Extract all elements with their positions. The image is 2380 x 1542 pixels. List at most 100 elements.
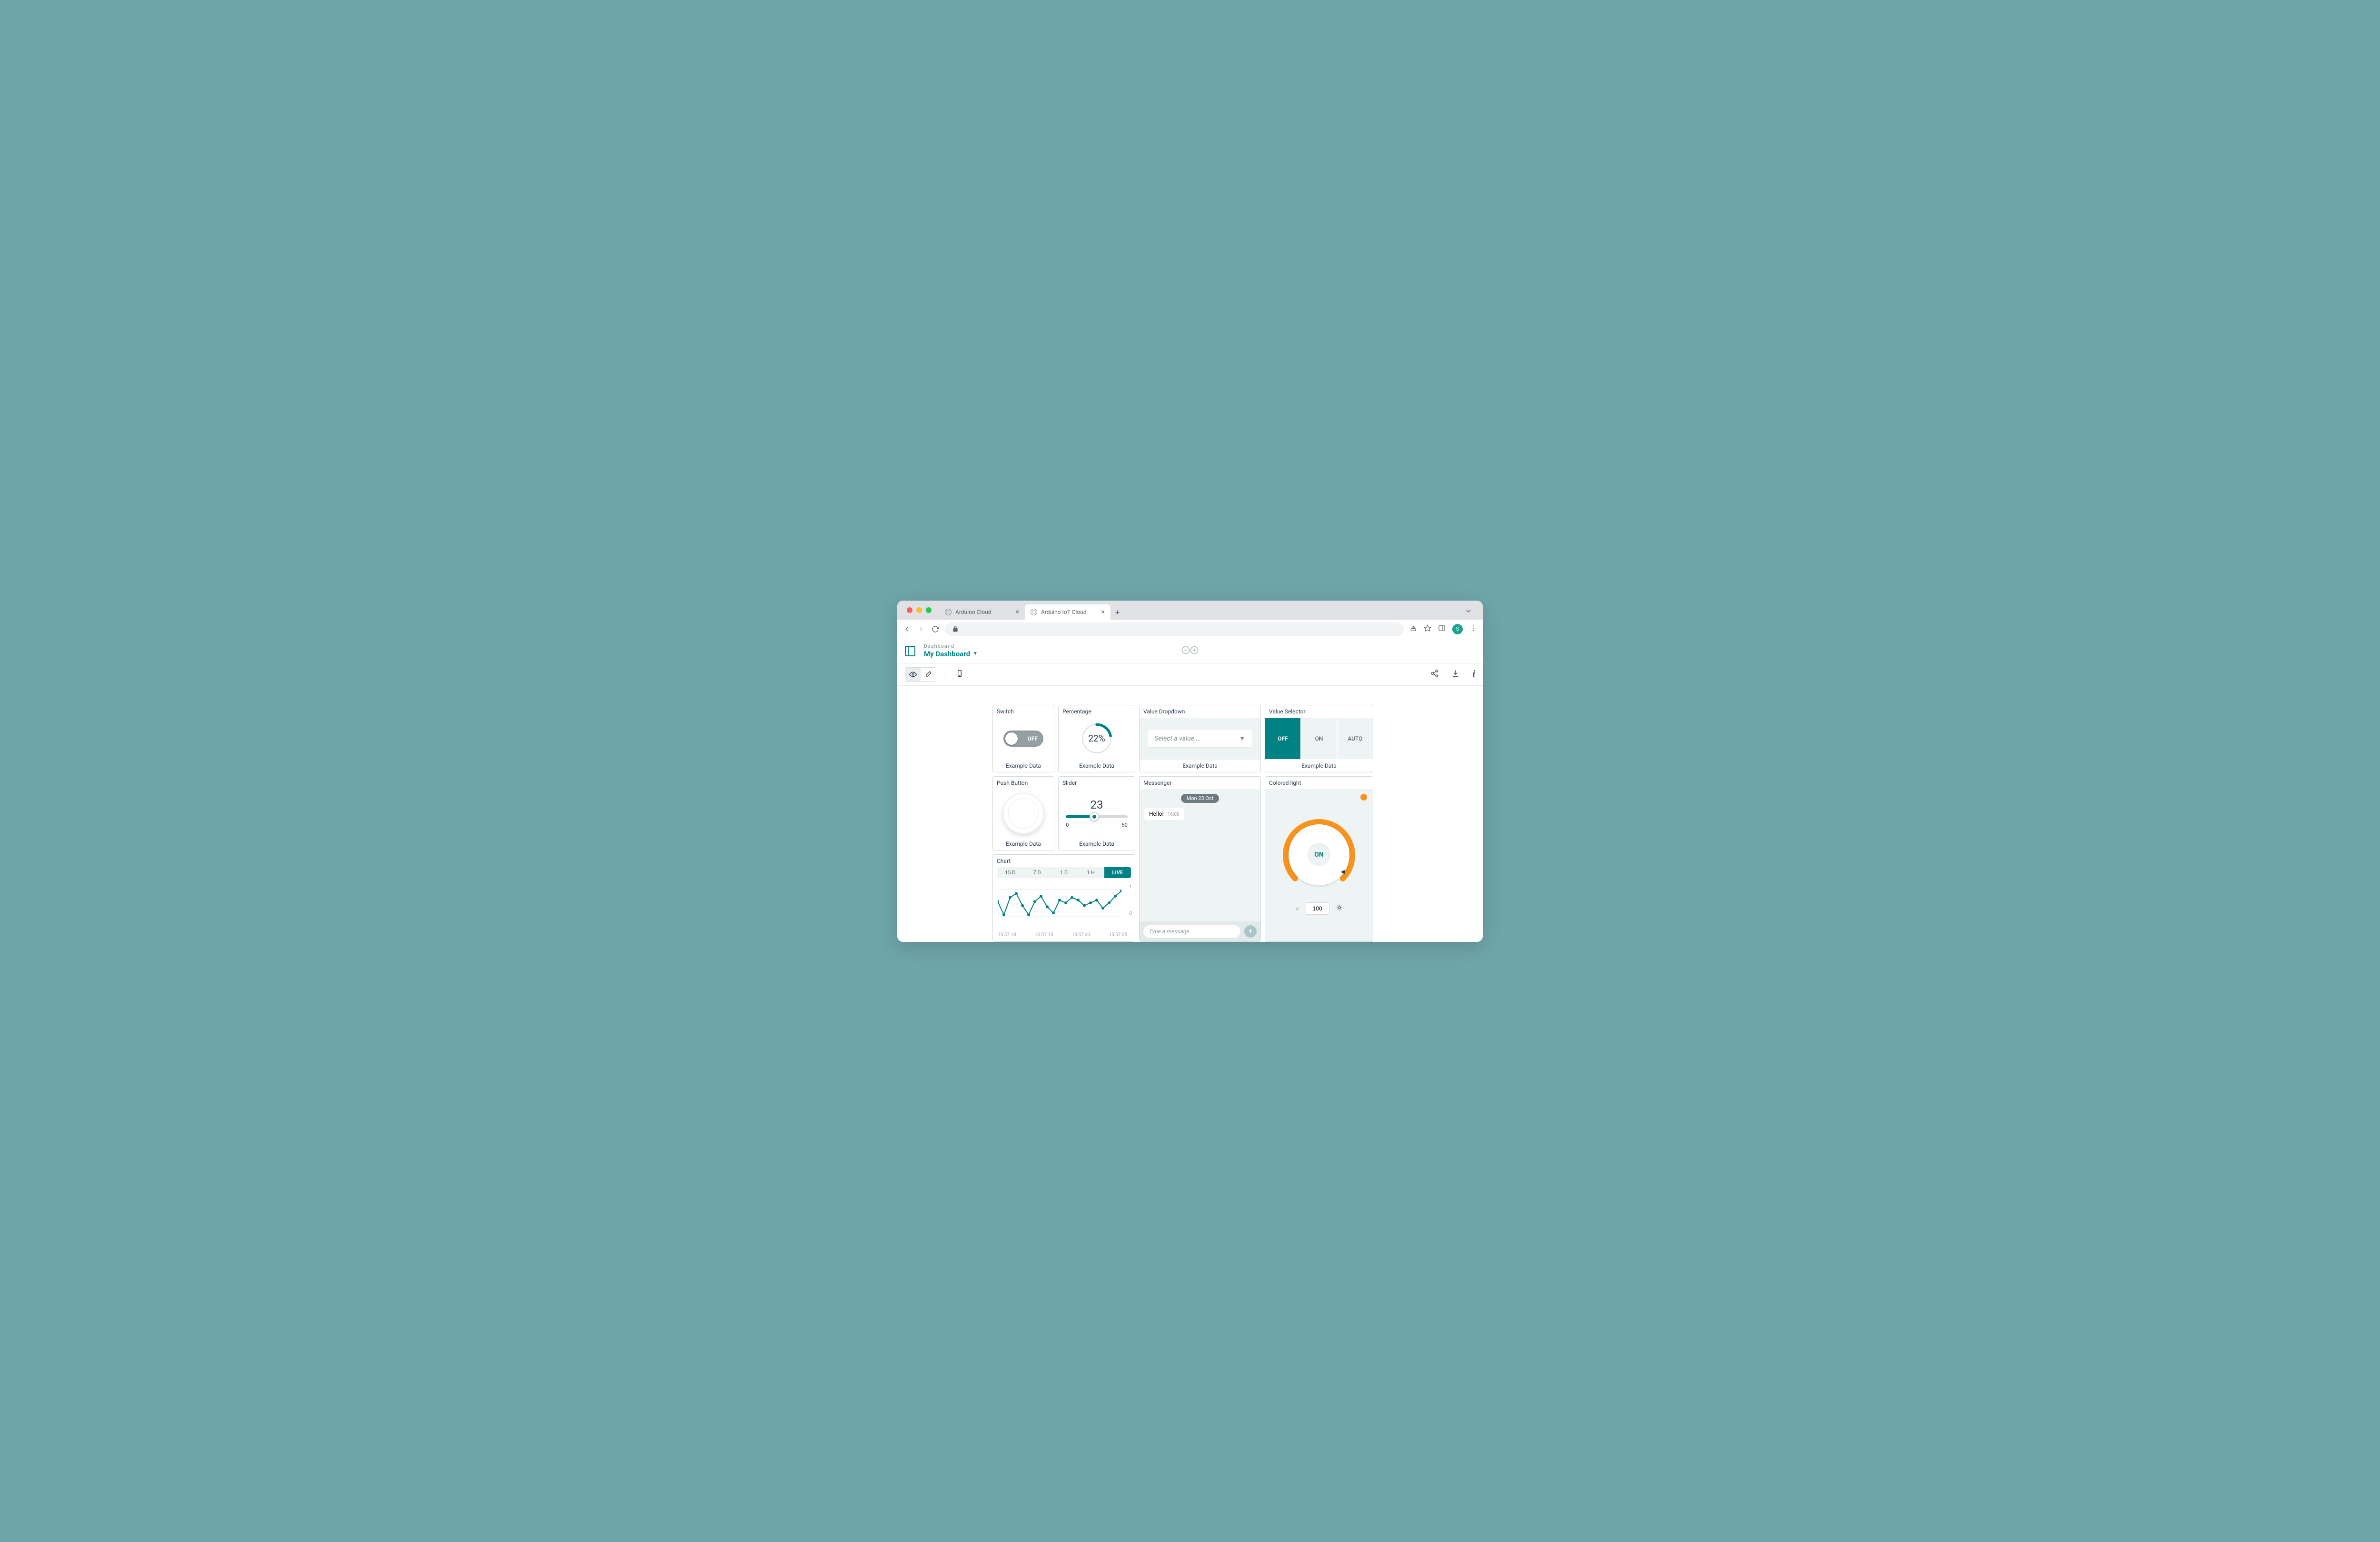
new-tab-button[interactable]: + <box>1111 605 1124 620</box>
caret-down-icon: ▼ <box>1239 734 1246 742</box>
minimize-window-button[interactable] <box>916 607 922 613</box>
eye-icon <box>909 671 917 678</box>
widget-title: Chart <box>993 855 1135 867</box>
percentage-widget: Percentage 22% Example Data <box>1058 705 1135 772</box>
arduino-logo-icon <box>1180 645 1200 657</box>
messenger-date-badge: Mon 23 Oct <box>1181 794 1220 803</box>
arrow-up-icon <box>1248 929 1253 934</box>
tab-title: Arduino Cloud <box>955 609 1012 615</box>
push-button[interactable] <box>1003 793 1044 834</box>
switch-toggle[interactable]: OFF <box>1003 731 1043 747</box>
switch-widget: Switch OFF Example Data <box>992 705 1054 772</box>
chart-plot-area: 1 0 <box>993 878 1135 930</box>
chart-line <box>998 885 1121 921</box>
globe-icon: ◯ <box>945 609 952 615</box>
range-1h[interactable]: 1 H <box>1077 867 1104 878</box>
browser-window: ◯ Arduino Cloud × ◯ Arduino IoT Cloud × … <box>897 601 1483 942</box>
message-bubble: Hello! 16:00 <box>1144 808 1184 820</box>
sidepanel-icon[interactable] <box>1438 624 1446 634</box>
chart-y-tick: 0 <box>1129 911 1132 916</box>
widget-title: Value Dropdown <box>1140 705 1260 718</box>
selector-option-off[interactable]: OFF <box>1265 718 1300 759</box>
edit-mode-button[interactable] <box>921 668 936 681</box>
view-edit-toggle <box>905 667 936 682</box>
widget-footer: Example Data <box>1140 760 1260 772</box>
mobile-icon <box>956 670 963 677</box>
light-power-button[interactable]: ON <box>1308 843 1330 866</box>
sidebar-toggle-button[interactable] <box>905 646 915 656</box>
widget-footer: Example Data <box>1059 838 1135 850</box>
breadcrumb: Dashboard <box>924 644 978 650</box>
dashboard-title: My Dashboard <box>924 650 970 658</box>
profile-avatar[interactable]: S <box>1452 624 1463 634</box>
bookmark-icon[interactable] <box>1424 624 1431 634</box>
close-tab-icon[interactable]: × <box>1101 608 1105 616</box>
close-tab-icon[interactable]: × <box>1016 608 1019 616</box>
dashboard-canvas: Switch OFF Example Data Percentage <box>897 686 1483 942</box>
window-controls <box>903 607 935 617</box>
widget-footer: Example Data <box>1265 760 1373 772</box>
close-window-button[interactable] <box>907 607 912 613</box>
widget-title: Switch <box>993 705 1054 718</box>
dial-pointer-icon: ◀ <box>1341 869 1345 875</box>
selector-option-on[interactable]: ON <box>1301 718 1337 759</box>
browser-tab-1[interactable]: ◯ Arduino IoT Cloud × <box>1025 604 1111 620</box>
send-message-button[interactable] <box>1244 925 1257 938</box>
messenger-body: Mon 23 Oct Hello! 16:00 <box>1140 789 1260 921</box>
dashboard-toolbar: i <box>897 663 1483 686</box>
message-time: 16:00 <box>1168 812 1180 817</box>
browser-menu-icon[interactable] <box>1469 624 1477 634</box>
value-selector-widget: Value Selector OFF ON AUTO Example Data <box>1265 705 1373 772</box>
dashboard-title-dropdown[interactable]: My Dashboard ▼ <box>924 650 978 658</box>
messenger-input-row: Type a message <box>1140 921 1260 941</box>
view-mode-button[interactable] <box>905 668 921 681</box>
widget-footer: Example Data <box>993 760 1054 772</box>
light-dial[interactable]: ON ◀ <box>1280 816 1358 894</box>
share-button[interactable] <box>1430 669 1439 680</box>
mobile-layout-button[interactable] <box>954 668 965 681</box>
forward-button[interactable] <box>917 625 925 633</box>
chart-x-tick: 15:57:15 <box>1035 932 1053 938</box>
range-live[interactable]: LIVE <box>1104 867 1131 878</box>
browser-url-bar: S <box>897 620 1483 639</box>
reload-button[interactable] <box>932 625 939 633</box>
pencil-icon <box>924 671 932 678</box>
widget-title: Percentage <box>1059 705 1135 718</box>
lock-icon <box>952 625 959 633</box>
widget-footer: Example Data <box>993 838 1054 850</box>
slider-min: 0 <box>1066 822 1069 828</box>
maximize-window-button[interactable] <box>926 607 932 613</box>
address-bar[interactable] <box>945 623 1404 636</box>
colored-light-widget: Colored light ON ◀ ○ <box>1265 776 1373 942</box>
caret-down-icon: ▼ <box>973 651 978 656</box>
info-button[interactable]: i <box>1472 669 1475 680</box>
range-7d[interactable]: 7 D <box>1023 867 1050 878</box>
selector-option-auto[interactable]: AUTO <box>1338 718 1373 759</box>
range-15d[interactable]: 15 D <box>997 867 1023 878</box>
messenger-input[interactable]: Type a message <box>1143 925 1240 938</box>
chart-x-tick: 15:57:20 <box>1072 932 1091 938</box>
range-1d[interactable]: 1 D <box>1051 867 1077 878</box>
download-button[interactable] <box>1451 669 1460 680</box>
share-browser-icon[interactable] <box>1409 624 1417 634</box>
chart-x-tick: 15:57:25 <box>1109 932 1127 938</box>
push-button-inner <box>1008 798 1039 829</box>
tabs-overflow-button[interactable] <box>1460 604 1477 620</box>
slider-track[interactable] <box>1066 815 1128 818</box>
brightness-input[interactable] <box>1306 902 1329 915</box>
tabs-container: ◯ Arduino Cloud × ◯ Arduino IoT Cloud × … <box>939 604 1456 620</box>
tab-title: Arduino IoT Cloud <box>1041 609 1098 615</box>
value-dropdown[interactable]: Select a value... ▼ <box>1148 730 1252 747</box>
message-text: Hello! <box>1149 811 1164 817</box>
slider-widget: Slider 23 0 50 Example Data <box>1058 776 1135 850</box>
switch-knob <box>1005 732 1018 745</box>
share-icon <box>1430 669 1439 678</box>
push-button-widget: Push Button Example Data <box>992 776 1054 850</box>
brightness-min-icon: ○ <box>1295 905 1299 912</box>
back-button[interactable] <box>903 625 911 633</box>
chart-y-tick: 1 <box>1129 885 1132 890</box>
slider-knob[interactable] <box>1090 812 1099 821</box>
widget-title: Colored light <box>1265 777 1373 789</box>
browser-tab-0[interactable]: ◯ Arduino Cloud × <box>939 604 1025 620</box>
switch-state-label: OFF <box>1028 735 1038 742</box>
